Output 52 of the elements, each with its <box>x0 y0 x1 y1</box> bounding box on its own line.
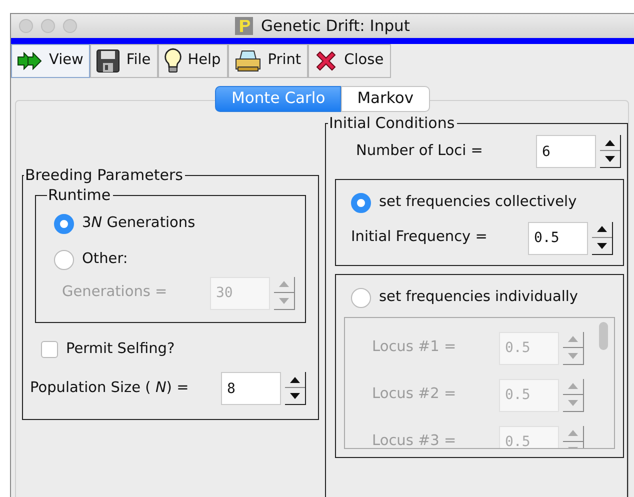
arrows-icon <box>17 52 43 70</box>
number-field[interactable]: 6 <box>536 135 596 168</box>
light-bulb-icon <box>164 48 182 74</box>
printer-icon <box>234 49 262 73</box>
checkbox[interactable] <box>41 340 58 358</box>
up-triangle-icon <box>568 383 578 389</box>
field-label: Locus #1 = <box>372 338 458 358</box>
scrollbar-thumb[interactable] <box>599 322 608 350</box>
down-triangle-icon <box>279 298 289 304</box>
radio-label[interactable]: Other: <box>82 248 128 270</box>
down-triangle-icon <box>568 400 578 406</box>
up-triangle-icon <box>290 376 300 383</box>
group-title: Runtime <box>47 185 112 205</box>
down-triangle-icon <box>597 242 607 249</box>
up-triangle-icon <box>568 430 578 436</box>
field-label: Number of Loci = <box>356 142 484 161</box>
window-title: Genetic Drift: Input <box>261 16 410 37</box>
radio-label[interactable]: 3N Generations <box>82 213 196 235</box>
field-label: Locus #2 = <box>372 385 458 404</box>
radio-button[interactable] <box>54 214 74 234</box>
checkbox-label[interactable]: Permit Selfing? <box>66 338 175 360</box>
radio-button[interactable] <box>54 250 74 270</box>
close-icon <box>314 49 338 73</box>
window-control-button[interactable] <box>41 19 55 33</box>
up-triangle-icon <box>605 140 615 146</box>
up-triangle-icon <box>597 226 607 232</box>
number-field[interactable]: 0.5 <box>528 222 588 255</box>
app-icon <box>235 17 254 35</box>
up-triangle-icon <box>568 336 578 342</box>
field-label: Population Size ( N) = <box>30 378 190 398</box>
toolbar-button[interactable]: View <box>11 44 90 78</box>
number-field[interactable]: 8 <box>221 372 281 406</box>
down-triangle-icon <box>290 393 300 400</box>
group-title: Breeding Parameters <box>24 165 184 185</box>
radio-button[interactable] <box>351 192 371 213</box>
window-control-button[interactable] <box>19 19 33 33</box>
down-triangle-icon <box>605 156 615 162</box>
toolbar-button[interactable]: Help <box>158 44 228 78</box>
group-title: Initial Conditions <box>328 113 456 133</box>
field-label: Initial Frequency = <box>351 228 488 248</box>
radio-button[interactable] <box>351 288 371 308</box>
radio-label[interactable]: set frequencies individually <box>379 286 578 308</box>
field-label: Locus #3 = <box>372 432 458 448</box>
toolbar-button[interactable]: Print <box>228 44 308 78</box>
window-control-button[interactable] <box>63 19 77 33</box>
toolbar-button[interactable]: File <box>90 44 158 78</box>
down-triangle-icon <box>568 352 578 358</box>
tab[interactable]: Markov <box>341 86 430 112</box>
radio-label[interactable]: set frequencies collectively <box>379 192 577 214</box>
field-label: Generations = <box>62 283 168 302</box>
toolbar-button[interactable]: Close <box>308 44 391 78</box>
up-triangle-icon <box>279 281 289 287</box>
